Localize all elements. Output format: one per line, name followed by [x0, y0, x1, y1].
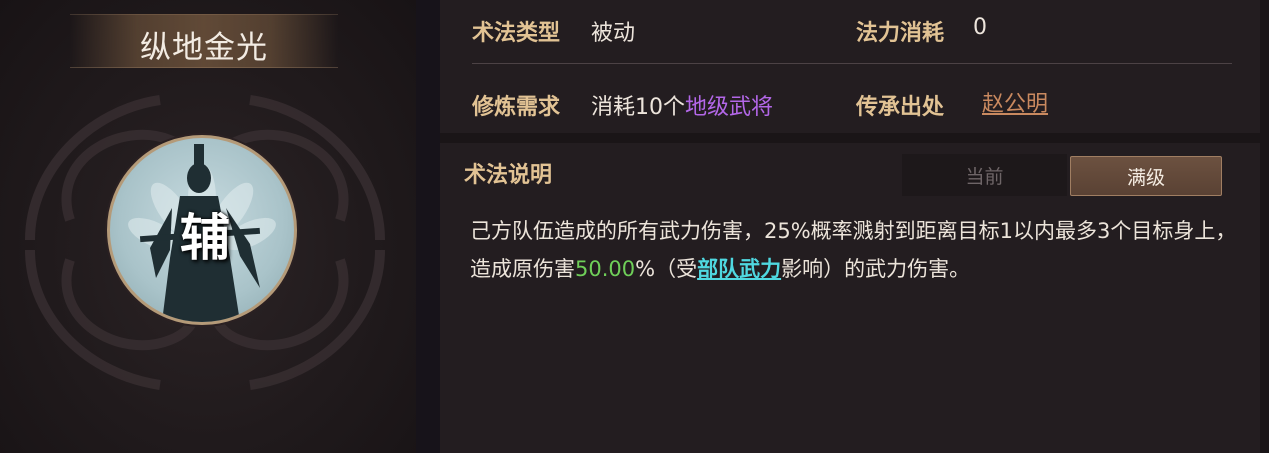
role-badge-text: 辅	[180, 208, 230, 267]
training-requirement-highlight: 地级武将	[685, 95, 774, 120]
skill-name: 纵地金光	[140, 30, 268, 66]
training-requirement-prefix: 消耗10个	[591, 95, 685, 120]
origin-link[interactable]: 赵公明	[982, 86, 1048, 118]
tab-max-level[interactable]: 满级	[1070, 156, 1222, 196]
description-part2: %（受	[635, 257, 698, 281]
level-tab-group: 当前 满级	[902, 154, 1222, 196]
origin-label: 传承出处	[856, 95, 945, 120]
training-requirement-label: 修炼需求	[472, 95, 561, 120]
skill-info-panel	[440, 0, 1260, 133]
skill-type-value: 被动	[591, 21, 636, 46]
troop-force-link[interactable]: 部队武力	[697, 257, 781, 281]
description-text: 己方队伍造成的所有武力伤害，25%概率溅射到距离目标1以内最多3个目标身上，造成…	[470, 212, 1240, 288]
damage-percent-value: 50.00	[575, 257, 636, 281]
skill-type-label: 术法类型	[472, 21, 561, 46]
info-divider	[472, 63, 1232, 64]
description-title: 术法说明	[464, 163, 553, 188]
mana-cost-label: 法力消耗	[856, 21, 945, 46]
tab-current-level[interactable]: 当前	[902, 154, 1067, 196]
training-requirement-value: 消耗10个地级武将	[591, 89, 773, 121]
description-part3: 影响）的武力伤害。	[781, 257, 971, 281]
skill-portrait-panel: 纵地金光 辅	[0, 0, 416, 453]
skill-portrait: 辅	[107, 135, 297, 325]
mana-cost-value: 0	[973, 15, 987, 40]
panel-divider	[416, 0, 440, 453]
